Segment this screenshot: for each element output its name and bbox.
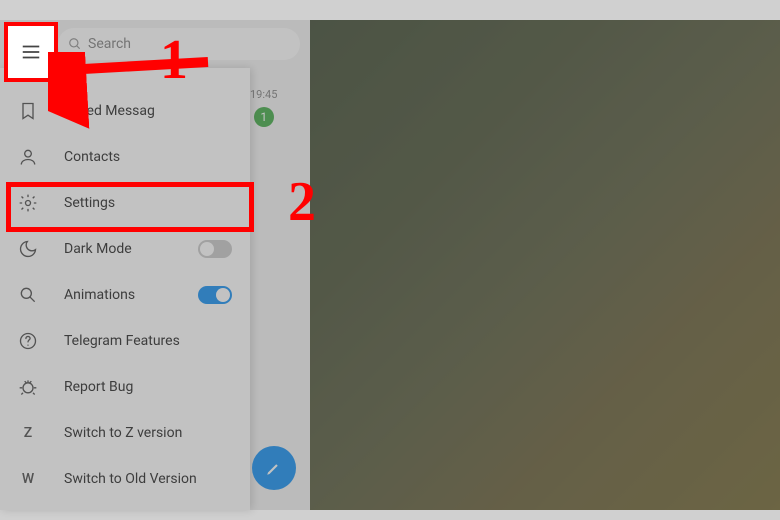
chat-preview[interactable]: 19:45 1 [250, 88, 277, 127]
menu-label: Switch to Z version [64, 425, 182, 441]
menu-label: Switch to Old Version [64, 471, 197, 487]
menu-label: Telegram Features [64, 333, 180, 349]
menu-label: Dark Mode [64, 241, 132, 257]
top-bar: Search [0, 20, 310, 68]
moon-icon [18, 239, 38, 259]
darkmode-toggle[interactable] [198, 240, 232, 258]
z-letter-icon: Z [18, 425, 38, 441]
menu-label: Settings [64, 195, 115, 211]
app-window: Search 19:45 1 Saved Messag Contacts Set… [0, 20, 780, 510]
menu-label: Report Bug [64, 379, 133, 395]
menu-item-report[interactable]: Report Bug [0, 364, 250, 410]
chat-background [310, 20, 780, 510]
menu-item-switch-z[interactable]: Z Switch to Z version [0, 410, 250, 456]
w-letter-icon: W [18, 471, 38, 487]
menu-item-settings[interactable]: Settings [0, 180, 250, 226]
unread-badge: 1 [254, 107, 274, 127]
menu-label: Animations [64, 287, 135, 303]
side-menu: Saved Messag Contacts Settings Dark Mode… [0, 68, 250, 510]
pencil-icon [265, 459, 283, 477]
search-icon [68, 37, 82, 51]
menu-label: Contacts [64, 149, 120, 165]
chat-time: 19:45 [250, 88, 277, 101]
menu-button[interactable] [10, 24, 50, 64]
sparkle-icon [18, 285, 38, 305]
person-icon [18, 147, 38, 167]
hamburger-icon [10, 24, 50, 64]
menu-item-contacts[interactable]: Contacts [0, 134, 250, 180]
search-input[interactable]: Search [58, 28, 300, 60]
animations-toggle[interactable] [198, 286, 232, 304]
menu-item-animations[interactable]: Animations [0, 272, 250, 318]
menu-item-saved[interactable]: Saved Messag [0, 88, 250, 134]
gear-icon [18, 193, 38, 213]
search-placeholder: Search [88, 36, 131, 52]
menu-label: Saved Messag [64, 103, 155, 119]
help-icon [18, 331, 38, 351]
menu-item-darkmode[interactable]: Dark Mode [0, 226, 250, 272]
menu-item-features[interactable]: Telegram Features [0, 318, 250, 364]
bookmark-icon [18, 101, 38, 121]
bug-icon [18, 377, 38, 397]
compose-button[interactable] [252, 446, 296, 490]
menu-item-switch-old[interactable]: W Switch to Old Version [0, 456, 250, 502]
